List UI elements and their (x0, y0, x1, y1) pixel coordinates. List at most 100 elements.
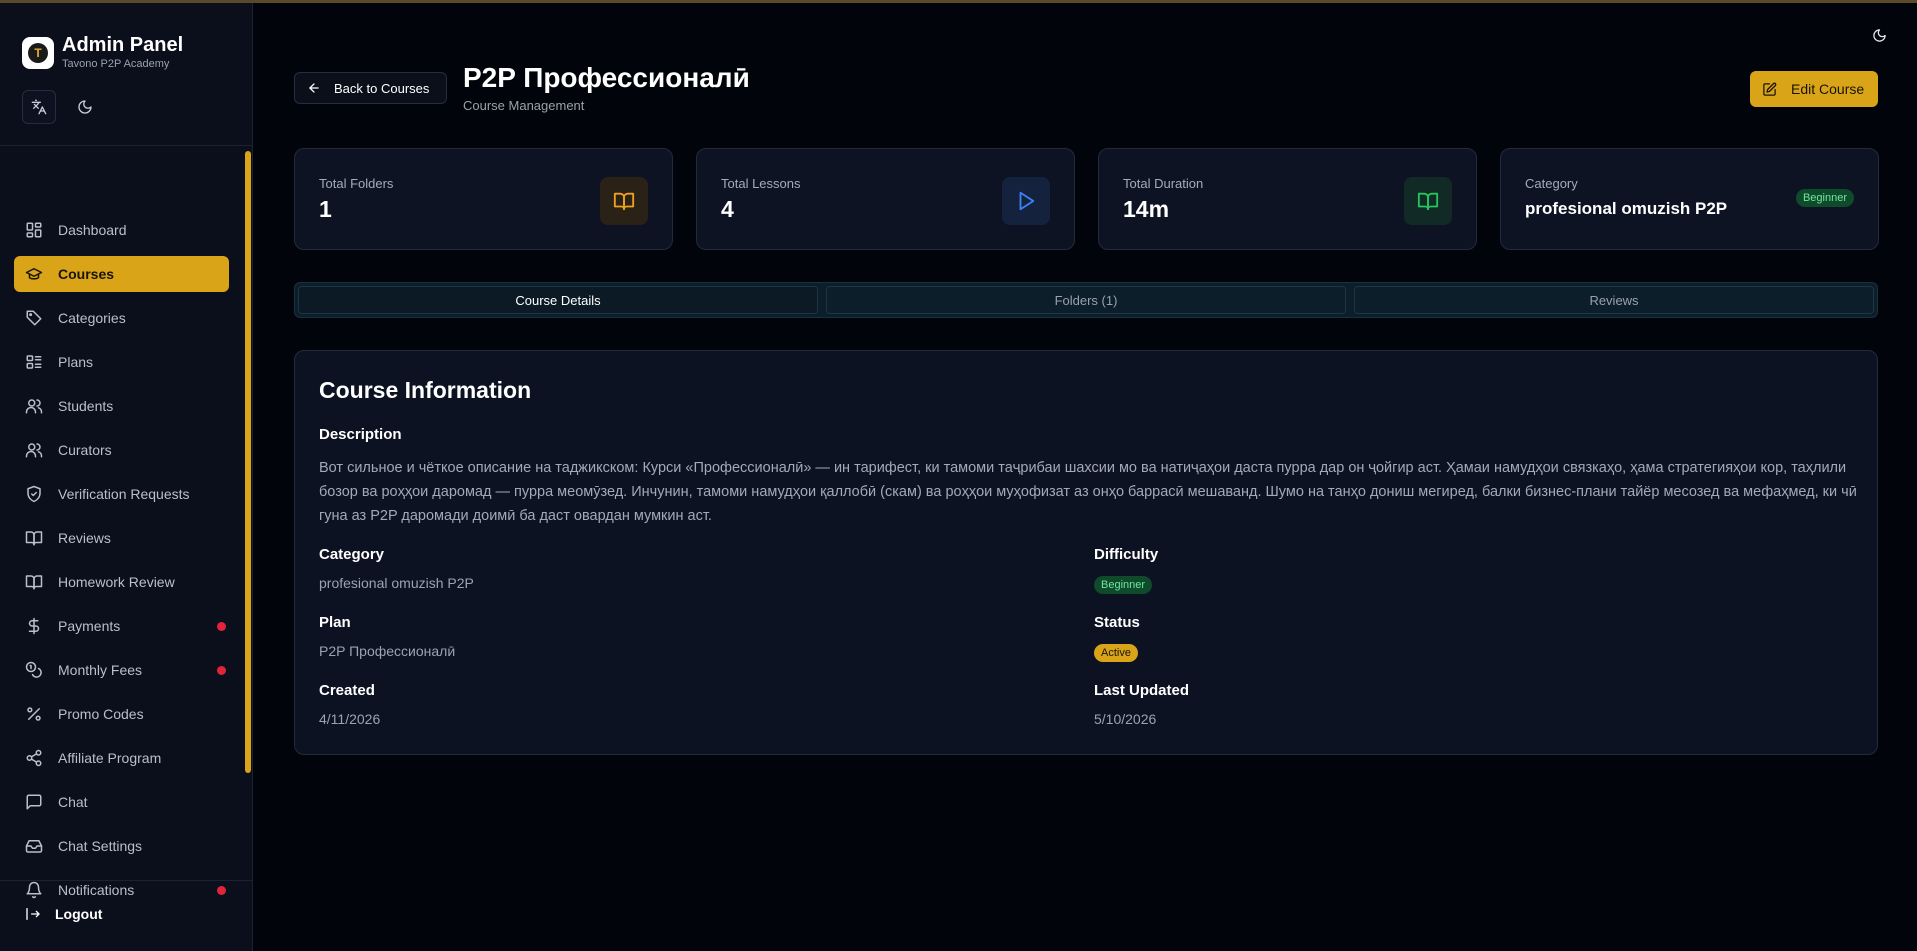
sidebar-item-students[interactable]: Students (14, 388, 229, 424)
sidebar-item-reviews[interactable]: Reviews (14, 520, 229, 556)
tab-folders[interactable]: Folders (1) (826, 286, 1346, 314)
list-icon (26, 355, 42, 369)
logout-button[interactable]: Logout (25, 906, 102, 922)
notification-dot (217, 622, 226, 631)
sidebar-item-monthly-fees[interactable]: Monthly Fees (14, 652, 229, 688)
difficulty-label: Difficulty (1094, 546, 1159, 563)
stat-label: Category (1525, 176, 1578, 191)
brand-logo: T (22, 36, 54, 69)
sidebar-item-promo-codes[interactable]: Promo Codes (14, 696, 229, 732)
stat-label: Total Duration (1123, 176, 1204, 191)
play-icon (1002, 177, 1050, 225)
created-label: Created (319, 682, 375, 699)
arrow-left-icon (309, 83, 319, 93)
share-icon (26, 749, 42, 767)
card-title: Course Information (319, 377, 532, 403)
sidebar-item-payments[interactable]: Payments (14, 608, 229, 644)
sidebar-scrollbar[interactable] (245, 151, 251, 773)
sidebar-item-label: Curators (58, 442, 112, 458)
sidebar-item-label: Verification Requests (58, 486, 190, 502)
book-open-icon (25, 575, 43, 590)
sidebar-item-label: Affiliate Program (58, 750, 162, 766)
category-label: Category (319, 546, 385, 563)
stat-total-duration: Total Duration 14m (1098, 148, 1477, 250)
sidebar-item-label: Reviews (58, 530, 111, 546)
users-icon (25, 399, 43, 414)
edit-course-button[interactable]: Edit Course (1750, 71, 1878, 107)
logout-label: Logout (55, 906, 103, 922)
course-tabs: Course Details Folders (1) Reviews (294, 282, 1878, 318)
message-icon (26, 794, 42, 810)
tag-icon (26, 310, 42, 326)
sidebar-item-homework-review[interactable]: Homework Review (14, 564, 229, 600)
top-border (0, 0, 1917, 3)
book-open-icon (25, 531, 43, 546)
description-label: Description (319, 426, 402, 443)
dashboard-icon (26, 222, 42, 238)
logout-icon (26, 908, 40, 920)
stat-total-folders: Total Folders 1 (294, 148, 673, 250)
brand-title: Admin Panel (62, 34, 184, 56)
sidebar-item-chat[interactable]: Chat (14, 784, 229, 820)
book-open-icon (600, 177, 648, 225)
stat-category: Category profesional omuzish P2P Beginne… (1500, 148, 1879, 250)
difficulty-badge: Beginner (1094, 576, 1153, 594)
sidebar-divider (0, 145, 253, 146)
sidebar: T Admin Panel Tavono P2P Academy Dashboa… (0, 3, 253, 951)
category-value: profesional omuzish P2P (319, 575, 474, 591)
sidebar-item-label: Homework Review (58, 574, 175, 590)
plan-value: P2P Профессионалӣ (319, 643, 456, 659)
edit-label: Edit Course (1791, 81, 1865, 97)
tab-reviews[interactable]: Reviews (1354, 286, 1874, 314)
stat-value: 4 (721, 196, 734, 222)
sidebar-item-curators[interactable]: Curators (14, 432, 229, 468)
inbox-icon (25, 840, 43, 853)
theme-toggle-top[interactable] (1872, 28, 1887, 48)
sidebar-item-label: Courses (58, 266, 115, 282)
plan-label: Plan (319, 614, 351, 631)
sidebar-item-label: Students (58, 398, 114, 414)
sidebar-item-chat-settings[interactable]: Chat Settings (14, 828, 229, 864)
language-button[interactable] (22, 90, 56, 124)
sidebar-item-label: Plans (58, 354, 94, 370)
sidebar-item-plans[interactable]: Plans (14, 344, 229, 380)
sidebar-item-label: Monthly Fees (58, 662, 143, 678)
sidebar-item-label: Notifications (58, 882, 135, 898)
course-information-card: Course Information Description Вот сильн… (294, 350, 1878, 755)
notification-dot (217, 666, 226, 675)
status-label: Status (1094, 614, 1140, 631)
back-to-courses-button[interactable]: Back to Courses (294, 72, 447, 104)
dollar-icon (28, 617, 40, 635)
sidebar-item-dashboard[interactable]: Dashboard (14, 212, 229, 248)
book-open-icon (1404, 177, 1452, 225)
sidebar-item-notifications[interactable]: Notifications (14, 872, 229, 908)
percent-icon (27, 707, 41, 721)
stat-label: Total Lessons (721, 176, 801, 191)
stat-value: 1 (319, 196, 332, 222)
logout-divider (0, 880, 253, 881)
sidebar-item-categories[interactable]: Categories (14, 300, 229, 336)
page-subtitle: Course Management (463, 98, 585, 113)
sidebar-item-label: Payments (58, 618, 121, 634)
sidebar-item-label: Dashboard (58, 222, 127, 238)
sidebar-item-verification-requests[interactable]: Verification Requests (14, 476, 229, 512)
stat-label: Total Folders (319, 176, 394, 191)
tab-course-details[interactable]: Course Details (298, 286, 818, 314)
sidebar-item-label: Promo Codes (58, 706, 144, 722)
created-value: 4/11/2026 (319, 711, 381, 727)
theme-toggle-button[interactable] (68, 90, 102, 124)
updated-value: 5/10/2026 (1094, 711, 1157, 727)
bell-icon (26, 881, 42, 899)
sidebar-item-affiliate-program[interactable]: Affiliate Program (14, 740, 229, 776)
difficulty-badge: Beginner (1795, 189, 1854, 207)
status-badge: Active (1094, 644, 1138, 662)
moon-icon (1873, 29, 1886, 42)
sidebar-item-label: Chat (58, 794, 88, 810)
description-text: Вот сильное и чёткое описание на таджикс… (319, 460, 1857, 524)
brand: T Admin Panel Tavono P2P Academy (22, 34, 183, 71)
graduation-cap-icon (25, 268, 43, 280)
sidebar-item-courses[interactable]: Courses (14, 256, 229, 292)
updated-label: Last Updated (1094, 682, 1190, 699)
sidebar-item-label: Chat Settings (58, 838, 143, 854)
notification-dot (217, 886, 226, 895)
